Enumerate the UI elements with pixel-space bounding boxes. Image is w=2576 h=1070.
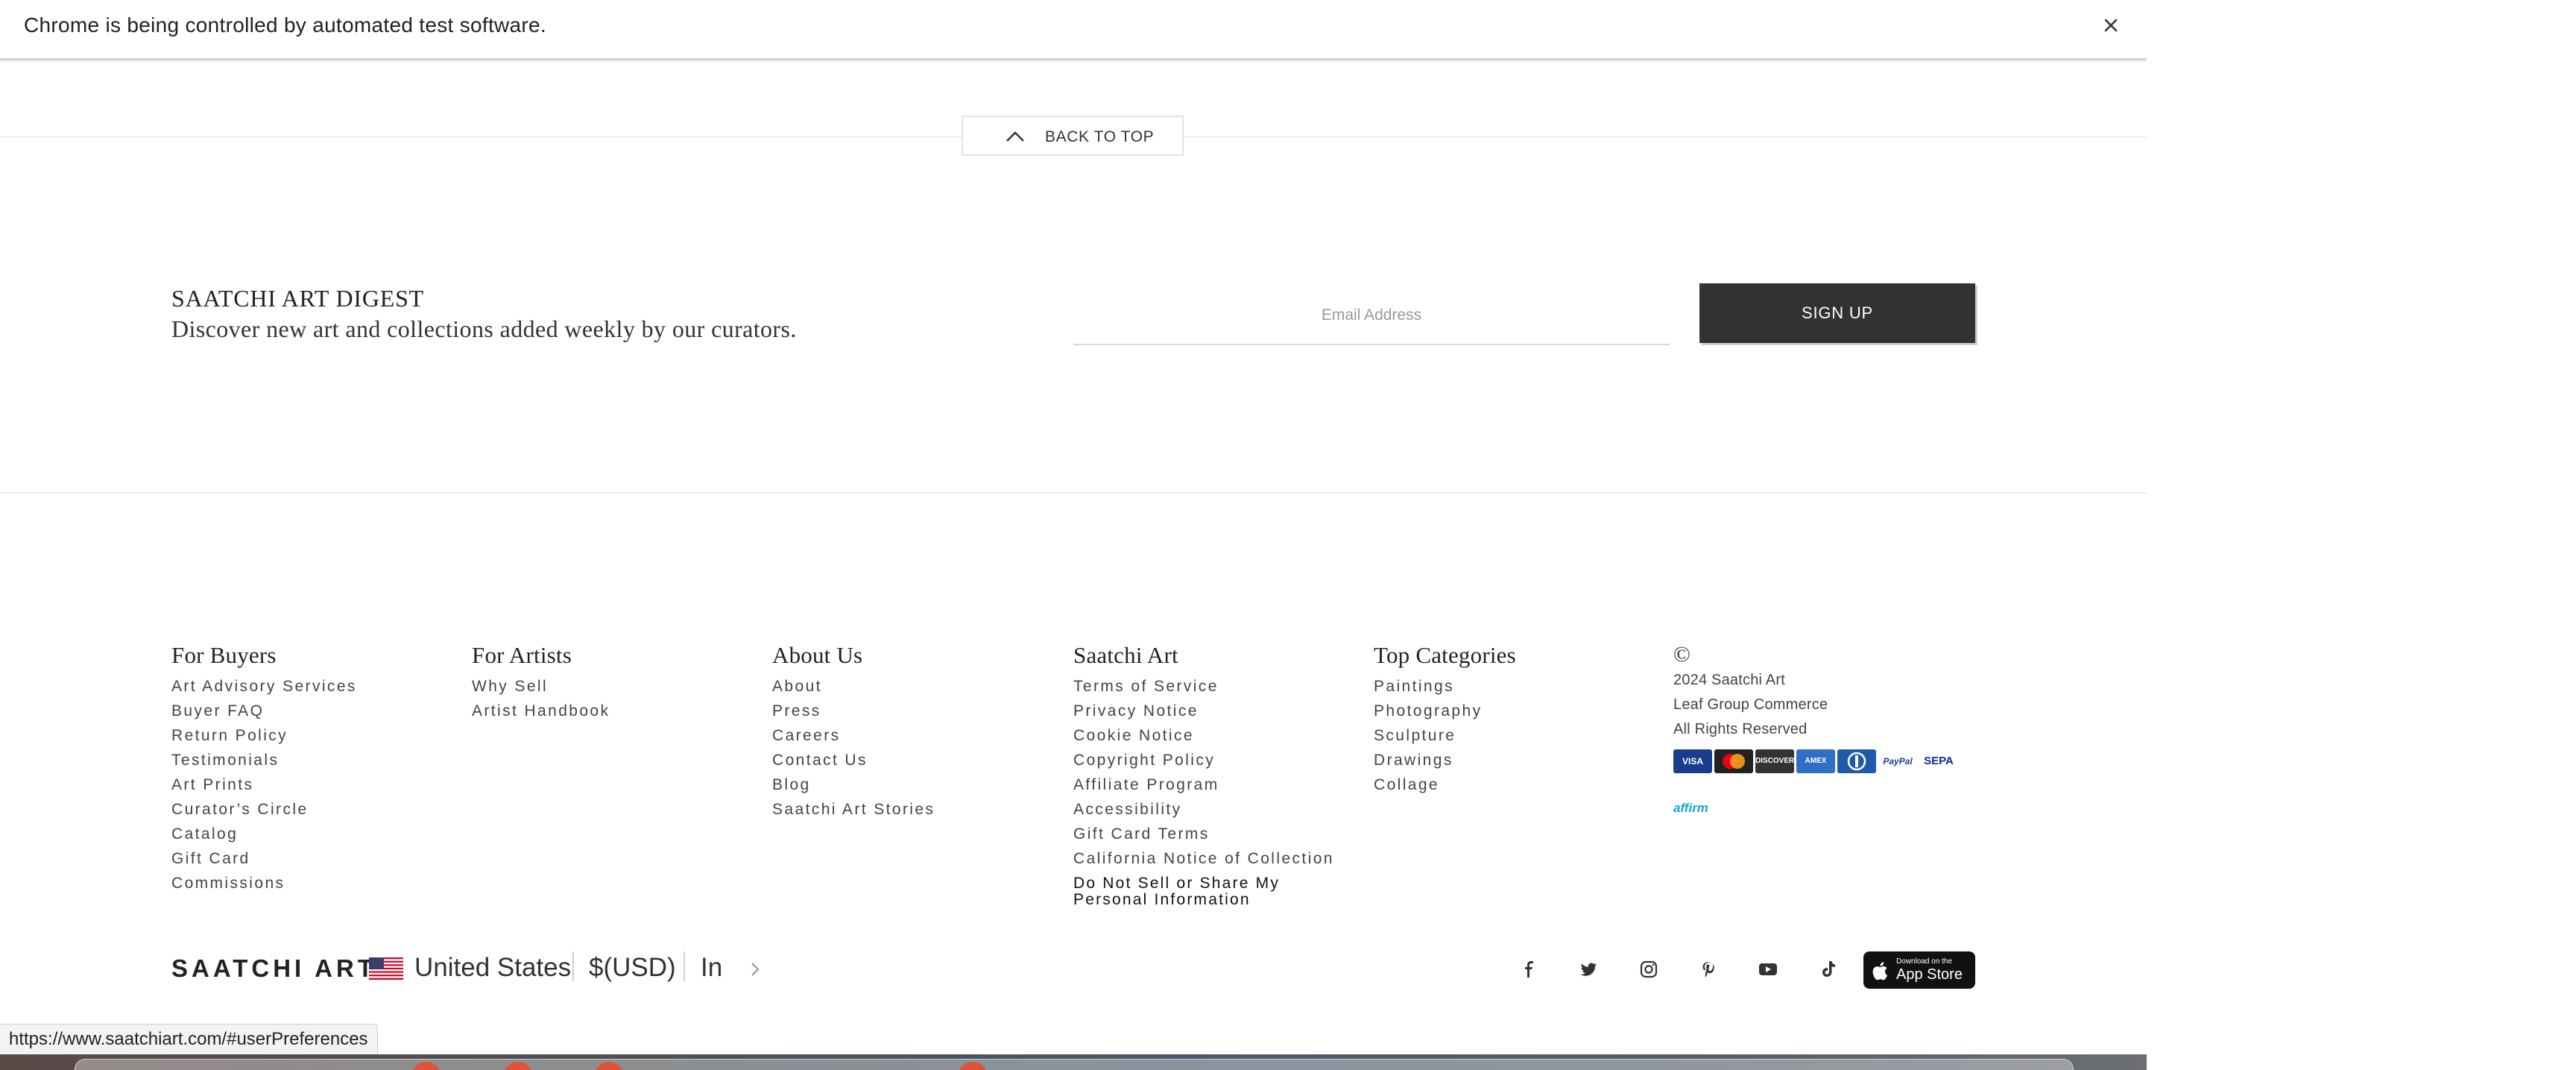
dock bbox=[75, 1059, 2074, 1070]
footer-column-saatchi-art: Saatchi Art Terms of Service Privacy Not… bbox=[1073, 641, 1357, 908]
discover-card-icon: DISCOVER bbox=[1755, 749, 1794, 773]
visa-card-icon: VISA bbox=[1673, 749, 1712, 773]
unit-selector[interactable]: In bbox=[701, 953, 722, 983]
footer-column-artists: For Artists Why Sell Artist Handbook bbox=[472, 641, 610, 723]
footer-link[interactable]: Curator’s Circle bbox=[171, 797, 357, 822]
diners-club-icon bbox=[1837, 749, 1876, 773]
youtube-icon[interactable] bbox=[1756, 957, 1780, 981]
apple-icon bbox=[1872, 962, 1888, 981]
status-url-bar: https://www.saatchiart.com/#userPreferen… bbox=[0, 1024, 378, 1055]
footer-column-buyers: For Buyers Art Advisory Services Buyer F… bbox=[171, 641, 357, 896]
column-heading: For Artists bbox=[472, 642, 572, 668]
affirm-logo[interactable]: affirm bbox=[1673, 801, 1708, 816]
footer-link[interactable]: Gift Card Terms bbox=[1073, 822, 1357, 846]
country-selector[interactable]: United States bbox=[414, 953, 571, 983]
footer-link[interactable]: Artist Handbook bbox=[472, 699, 610, 723]
footer-link[interactable]: Art Advisory Services bbox=[171, 674, 357, 699]
column-heading: For Buyers bbox=[171, 642, 277, 668]
email-field[interactable] bbox=[1073, 287, 1670, 345]
amex-card-icon: AMEX bbox=[1796, 749, 1835, 773]
app-store-small-text: Download on the bbox=[1896, 957, 1953, 966]
sign-up-button[interactable]: SIGN UP bbox=[1699, 283, 1975, 343]
sepa-icon: SEPA bbox=[1919, 749, 1958, 773]
legal-block: © 2024 Saatchi Art Leaf Group Commerce A… bbox=[1673, 641, 1986, 742]
instagram-icon[interactable] bbox=[1637, 957, 1661, 981]
paypal-icon: PayPal bbox=[1878, 749, 1917, 773]
twitter-icon[interactable] bbox=[1577, 957, 1601, 981]
footer-link[interactable]: Commissions bbox=[171, 871, 357, 896]
legal-line: All Rights Reserved bbox=[1673, 721, 1808, 737]
divider-footer bbox=[0, 492, 2147, 494]
footer-link[interactable]: Drawings bbox=[1374, 748, 1516, 772]
footer-link[interactable]: Art Prints bbox=[171, 772, 357, 797]
footer-link[interactable]: Copyright Policy bbox=[1073, 748, 1357, 772]
digest-title: SAATCHI ART DIGEST bbox=[171, 285, 425, 312]
footer-link[interactable]: Careers bbox=[772, 723, 935, 748]
facebook-icon[interactable] bbox=[1518, 957, 1541, 981]
footer-link[interactable]: Why Sell bbox=[472, 674, 610, 699]
us-flag-icon bbox=[369, 957, 403, 980]
back-to-top-button[interactable]: BACK TO TOP bbox=[962, 116, 1184, 156]
column-heading: Top Categories bbox=[1374, 642, 1516, 668]
browser-page: Chrome is being controlled by automated … bbox=[0, 0, 2147, 1070]
automation-infobar: Chrome is being controlled by automated … bbox=[0, 0, 2147, 59]
saatchi-art-logo[interactable]: SAATCHI ART bbox=[171, 954, 376, 983]
do-not-sell-link[interactable]: Do Not Sell or Share My Personal Informa… bbox=[1073, 871, 1357, 908]
app-store-badge[interactable]: Download on the App Store bbox=[1863, 951, 1975, 989]
pinterest-icon[interactable] bbox=[1696, 957, 1720, 981]
chevron-right-icon[interactable] bbox=[748, 960, 763, 979]
mastercard-icon bbox=[1714, 749, 1753, 773]
footer-link[interactable]: Catalog bbox=[171, 822, 357, 846]
footer-link[interactable]: Saatchi Art Stories bbox=[772, 797, 935, 822]
column-heading: About Us bbox=[772, 642, 863, 668]
footer-link[interactable]: California Notice of Collection bbox=[1073, 846, 1357, 871]
footer-link[interactable]: Contact Us bbox=[772, 748, 935, 772]
footer-link[interactable]: Blog bbox=[772, 772, 935, 797]
footer-link[interactable]: About bbox=[772, 674, 935, 699]
chevron-up-icon bbox=[1006, 131, 1024, 142]
footer-link[interactable]: Privacy Notice bbox=[1073, 699, 1357, 723]
footer-link[interactable]: Return Policy bbox=[171, 723, 357, 748]
tiktok-icon[interactable] bbox=[1816, 957, 1840, 981]
footer-link[interactable]: Photography bbox=[1374, 699, 1516, 723]
back-to-top-label: BACK TO TOP bbox=[1045, 128, 1155, 145]
empty-area bbox=[2147, 0, 2576, 1070]
divider bbox=[572, 951, 574, 981]
divider bbox=[684, 951, 685, 981]
legal-line: Leaf Group Commerce bbox=[1673, 696, 1828, 713]
footer-link[interactable]: Gift Card bbox=[171, 846, 357, 871]
column-heading: Saatchi Art bbox=[1073, 642, 1178, 668]
footer-link[interactable]: Paintings bbox=[1374, 674, 1516, 699]
footer-link[interactable]: Testimonials bbox=[171, 748, 357, 772]
currency-selector[interactable]: $(USD) bbox=[589, 953, 676, 983]
footer-link[interactable]: Sculpture bbox=[1374, 723, 1516, 748]
footer-link[interactable]: Cookie Notice bbox=[1073, 723, 1357, 748]
footer-link[interactable]: Terms of Service bbox=[1073, 674, 1357, 699]
app-store-text: App Store bbox=[1896, 966, 1963, 983]
footer-link[interactable]: Buyer FAQ bbox=[171, 699, 357, 723]
digest-subtitle: Discover new art and collections added w… bbox=[171, 315, 797, 342]
footer-link[interactable]: Accessibility bbox=[1073, 797, 1357, 822]
legal-line: 2024 Saatchi Art bbox=[1673, 672, 1785, 688]
footer-link[interactable]: Affiliate Program bbox=[1073, 772, 1357, 797]
close-icon[interactable] bbox=[2096, 10, 2126, 40]
footer-column-about: About Us About Press Careers Contact Us … bbox=[772, 641, 935, 822]
footer-link[interactable]: Collage bbox=[1374, 772, 1516, 797]
copyright-symbol: © bbox=[1673, 642, 1690, 667]
footer-column-top-categories: Top Categories Paintings Photography Scu… bbox=[1374, 641, 1516, 797]
infobar-message: Chrome is being controlled by automated … bbox=[24, 13, 546, 37]
footer-link[interactable]: Press bbox=[772, 699, 935, 723]
